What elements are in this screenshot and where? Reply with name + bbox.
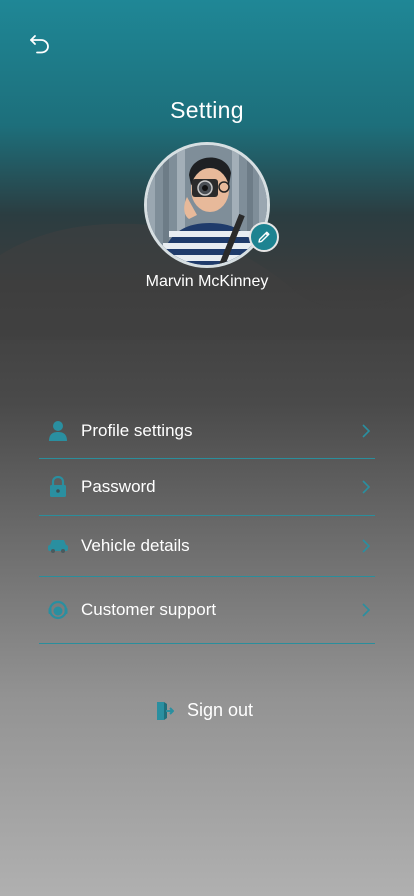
pencil-icon — [258, 231, 270, 243]
chevron-right-icon — [362, 480, 371, 494]
chevron-right-icon — [362, 539, 371, 553]
undo-arrow-icon — [30, 35, 49, 54]
sign-out-label: Sign out — [187, 700, 254, 720]
support-icon — [47, 599, 69, 621]
edit-avatar-button[interactable] — [249, 222, 279, 252]
car-icon — [47, 535, 69, 557]
logout-icon — [157, 701, 174, 720]
profile-avatar-container — [144, 142, 279, 268]
menu-item-label: Password — [81, 477, 156, 496]
chevron-right-icon — [362, 423, 371, 438]
page-title: Setting — [170, 97, 244, 123]
menu-item-profile-settings[interactable]: Profile settings — [39, 403, 375, 459]
menu-item-label: Customer support — [81, 600, 217, 619]
sign-out-button[interactable]: Sign out — [155, 700, 253, 721]
user-icon — [47, 420, 69, 442]
back-button[interactable] — [26, 30, 54, 58]
menu-item-label: Vehicle details — [81, 536, 190, 555]
profile-name: Marvin McKinney — [145, 273, 269, 290]
settings-menu: Profile settings Password Vehicle detail… — [39, 403, 375, 644]
lock-icon — [47, 476, 69, 498]
menu-item-password[interactable]: Password — [39, 459, 375, 516]
chevron-right-icon — [362, 603, 371, 617]
menu-item-vehicle-details[interactable]: Vehicle details — [39, 516, 375, 577]
menu-item-customer-support[interactable]: Customer support — [39, 577, 375, 644]
avatar[interactable] — [144, 142, 270, 268]
menu-item-label: Profile settings — [81, 420, 193, 440]
